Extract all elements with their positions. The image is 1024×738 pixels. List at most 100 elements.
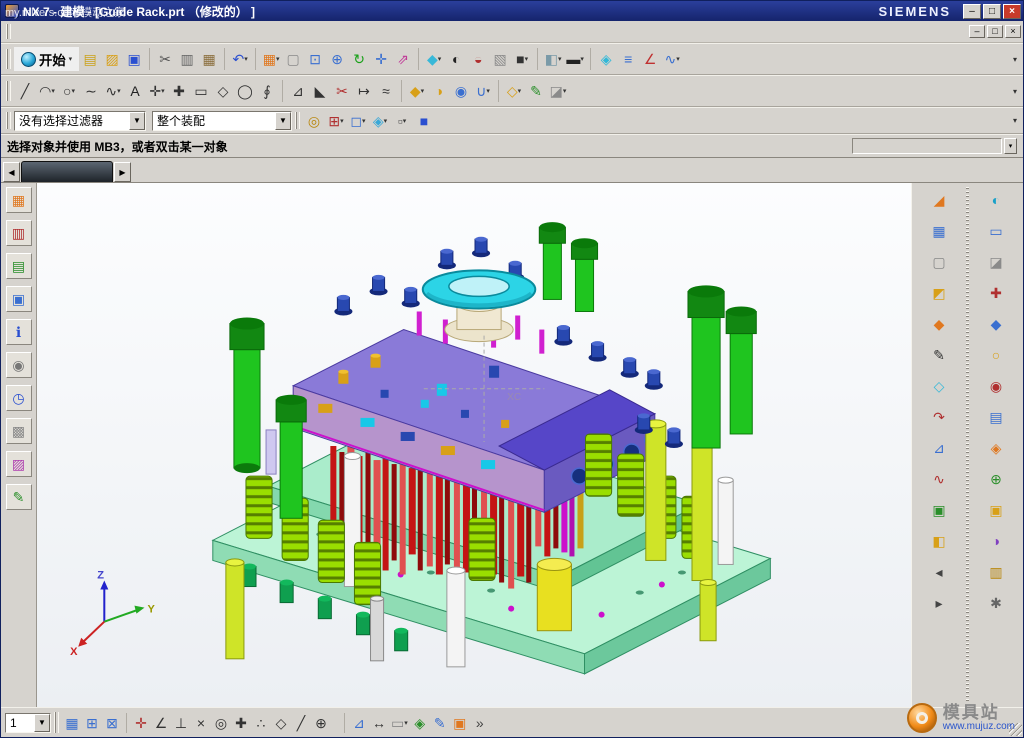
tab-scroll-left-button[interactable]: ◀ — [3, 162, 20, 182]
pattern-feature-icon[interactable]: ▣ — [983, 497, 1009, 523]
assembly-model[interactable]: XC Z Y X — [37, 183, 911, 707]
sketch-pref-icon[interactable]: ✎ — [430, 713, 450, 733]
toolbar-grip[interactable] — [6, 112, 11, 128]
selection-box-icon[interactable]: ▫▾ — [391, 110, 413, 132]
draft-icon[interactable]: ⊿ — [926, 435, 952, 461]
text-icon[interactable]: A — [124, 80, 146, 102]
toolbar-overflow-button[interactable]: ▾ — [1009, 49, 1021, 69]
curve-mesh-icon[interactable]: ∿ — [926, 466, 952, 492]
copy-icon[interactable]: ▥ — [176, 48, 198, 70]
clip-section-icon[interactable]: ▬▾ — [564, 48, 586, 70]
maximize-button[interactable]: □ — [983, 4, 1001, 19]
angle-snap-icon[interactable]: ∠ — [151, 713, 171, 733]
dynamic-input-icon[interactable]: ↔ — [369, 713, 389, 733]
units-icon[interactable]: ▣ — [450, 713, 470, 733]
intersection-snap-icon[interactable]: × — [191, 713, 211, 733]
swoop-icon[interactable]: ◇ — [926, 373, 952, 399]
extrude-icon[interactable]: ◆▾ — [406, 80, 428, 102]
window-resize-grip[interactable] — [1009, 723, 1022, 736]
point-on-curve-snap-icon[interactable]: ∴ — [251, 713, 271, 733]
scope-dropdown[interactable]: 整个装配 ▼ — [152, 111, 292, 131]
conic-icon[interactable]: ∼ — [80, 80, 102, 102]
spline-icon[interactable]: ∿▾ — [102, 80, 124, 102]
hole-icon[interactable]: ◉ — [450, 80, 472, 102]
interpart-link-icon[interactable]: ◎ — [303, 110, 325, 132]
rotate-view-icon[interactable]: ↻ — [348, 48, 370, 70]
point-icon[interactable]: ✛▾ — [146, 80, 168, 102]
menu-grip[interactable] — [6, 24, 11, 39]
studio-spline-icon[interactable]: ✎ — [926, 342, 952, 368]
manufacturing-wizard-icon[interactable]: ▨ — [6, 451, 32, 477]
toolbar-grip[interactable] — [6, 49, 11, 69]
tab-scroll-right-button[interactable]: ▶ — [114, 162, 131, 182]
view-tab[interactable] — [21, 161, 113, 182]
menu-item[interactable] — [70, 29, 84, 35]
face-analysis2-icon[interactable]: ◐ — [983, 187, 1009, 213]
mdi-close-button[interactable]: × — [1005, 25, 1021, 38]
library-books-icon[interactable]: ▥ — [983, 559, 1009, 585]
chevron-down-icon[interactable]: ▼ — [34, 714, 50, 732]
split-body-icon[interactable]: ◈ — [983, 435, 1009, 461]
four-point-surface-icon[interactable]: ◆ — [926, 311, 952, 337]
existing-point-snap-icon[interactable]: ✚ — [231, 713, 251, 733]
orient-cube-icon[interactable]: ◈▾ — [369, 110, 391, 132]
menu-item[interactable] — [98, 29, 112, 35]
work-plane-icon[interactable]: ◻▾ — [347, 110, 369, 132]
menu-item[interactable] — [84, 29, 98, 35]
show-only-icon[interactable]: ■ — [413, 110, 435, 132]
view-layout-icon[interactable]: ▦▾ — [260, 48, 282, 70]
line-icon[interactable]: ╱ — [14, 80, 36, 102]
rectangle-icon[interactable]: ▭ — [190, 80, 212, 102]
menu-item[interactable] — [112, 29, 126, 35]
snap-point-icon[interactable]: ✛ — [131, 713, 151, 733]
save-icon[interactable]: ▣ — [123, 48, 145, 70]
measure-icon[interactable]: ∠ — [639, 48, 661, 70]
menu-item[interactable] — [42, 29, 56, 35]
chevron-down-icon[interactable]: ▼ — [275, 112, 291, 130]
hd3d-tools-icon[interactable]: ℹ — [6, 319, 32, 345]
toolbar-overflow-button[interactable]: ▾ — [1009, 81, 1021, 101]
snap-toggle-icon[interactable]: ≡ — [617, 48, 639, 70]
bounded-plane-icon[interactable]: ▢ — [926, 249, 952, 275]
layer-dropdown[interactable]: 1 ▼ — [5, 713, 51, 733]
start-menu-button[interactable]: 开始 ▾ — [14, 47, 79, 71]
menu-item[interactable] — [56, 29, 70, 35]
menu-item[interactable] — [140, 29, 154, 35]
part-navigator-icon[interactable]: ▤ — [6, 253, 32, 279]
menu-item[interactable] — [28, 29, 42, 35]
toolbar-grip[interactable] — [6, 81, 11, 101]
background-icon[interactable]: ■▾ — [511, 48, 533, 70]
grid-display-icon[interactable]: ▦ — [62, 713, 82, 733]
toolbar-grip[interactable] — [295, 112, 300, 128]
face-analysis-icon[interactable]: ◐ — [445, 48, 467, 70]
revolve-icon[interactable]: ◑ — [428, 80, 450, 102]
mesh-surface-icon[interactable]: ▦ — [926, 218, 952, 244]
swept-surface-icon[interactable]: ◢ — [926, 187, 952, 213]
datum-display-icon[interactable]: ◧▾ — [542, 48, 564, 70]
sphere-icon[interactable]: ○ — [983, 342, 1009, 368]
assembly-navigator-icon[interactable]: ▦ — [6, 187, 32, 213]
sketch-icon[interactable]: ✎ — [525, 80, 547, 102]
polygon-icon[interactable]: ◇ — [212, 80, 234, 102]
ellipse-icon[interactable]: ◯ — [234, 80, 256, 102]
wcs-dynamics-icon[interactable]: ◈ — [410, 713, 430, 733]
history-icon[interactable]: ◷ — [6, 385, 32, 411]
shell-icon[interactable]: ◪ — [983, 249, 1009, 275]
scroll-left-icon[interactable]: ◂ — [926, 559, 952, 585]
selection-filter-dropdown[interactable]: 没有选择过滤器 ▼ — [14, 111, 146, 131]
chevron-down-icon[interactable]: ▼ — [129, 112, 145, 130]
toolbar-overflow-button[interactable]: ▾ — [1009, 111, 1021, 131]
datum-plane-icon[interactable]: ◇▾ — [503, 80, 525, 102]
mirror-feature-icon[interactable]: ◑ — [983, 528, 1009, 554]
process-studio-icon[interactable]: ▩ — [6, 418, 32, 444]
status-expand-button[interactable]: ▾ — [1004, 138, 1017, 154]
assembly-display-icon[interactable]: ▧ — [489, 48, 511, 70]
arc-icon[interactable]: ◠▾ — [36, 80, 58, 102]
circle-center-snap-icon[interactable]: ⊕ — [311, 713, 331, 733]
menu-item[interactable] — [126, 29, 140, 35]
zoom-icon[interactable]: ⊕ — [326, 48, 348, 70]
circle-icon[interactable]: ○▾ — [58, 80, 80, 102]
table-icon[interactable]: ⊞ — [82, 713, 102, 733]
plane-tool-icon[interactable]: ▭▾ — [389, 713, 410, 733]
point-on-edge-snap-icon[interactable]: ╱ — [291, 713, 311, 733]
